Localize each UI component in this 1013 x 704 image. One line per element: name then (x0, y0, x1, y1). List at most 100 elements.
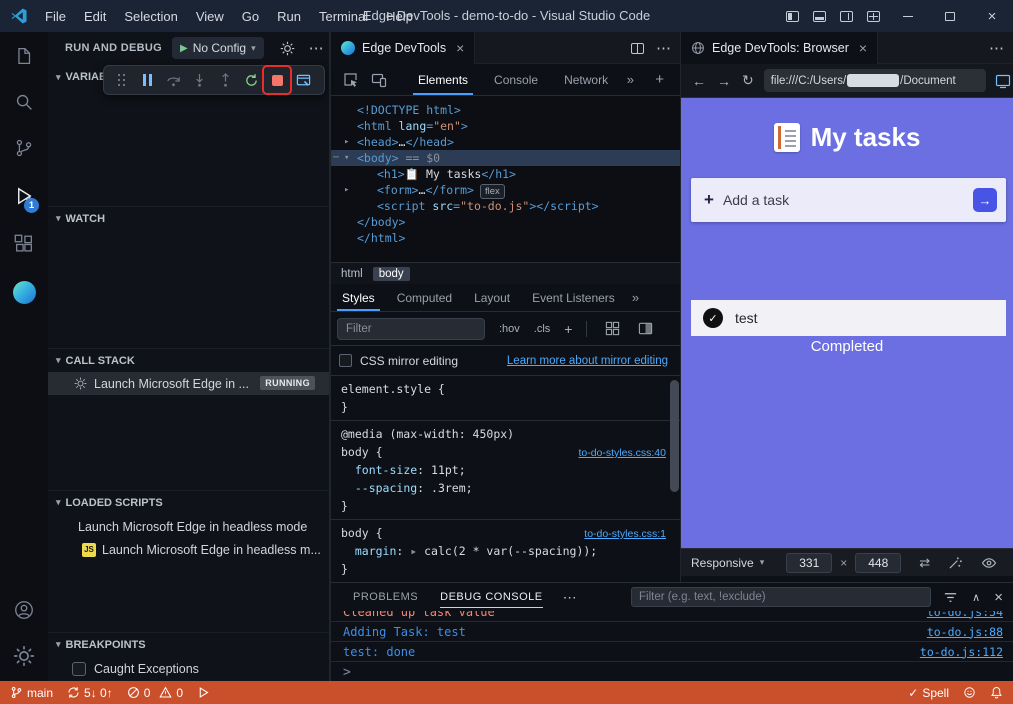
breadcrumb-html[interactable]: html (341, 268, 363, 280)
loaded-script-row[interactable]: JS Launch Microsoft Edge in headless m..… (48, 538, 329, 561)
tab-elements[interactable]: Elements (405, 64, 481, 95)
call-stack-section-header[interactable]: ▾ CALL STACK (48, 348, 329, 372)
toggle-panel-icon[interactable] (806, 0, 833, 32)
close-window-button[interactable]: × (971, 0, 1013, 32)
editor-more-icon[interactable]: ⋯ (656, 39, 672, 57)
expand-arrow-icon[interactable]: ▸ (344, 134, 349, 150)
tab-edge-devtools[interactable]: Edge DevTools × (331, 32, 475, 64)
wand-icon[interactable] (948, 555, 963, 570)
console-source-link[interactable]: to-do.js:88 (927, 622, 1003, 642)
rotate-viewport-icon[interactable]: ⇄ (919, 555, 930, 571)
minimize-button[interactable] (887, 0, 929, 32)
back-icon[interactable]: ← (692, 73, 706, 89)
dom-node-line[interactable]: ▸<head>…</head> (331, 134, 680, 150)
mirror-editing-learn-more-link[interactable]: Learn more about mirror editing (507, 355, 668, 367)
toggle-sidebar-icon[interactable] (779, 0, 806, 32)
forward-icon[interactable]: → (717, 73, 731, 89)
flex-badge[interactable]: flex (480, 184, 505, 199)
inspect-element-icon[interactable] (343, 72, 359, 88)
accounts-icon[interactable] (0, 587, 48, 633)
tab-computed[interactable]: Computed (386, 284, 463, 311)
restart-button[interactable] (238, 67, 264, 93)
step-out-button[interactable] (212, 67, 238, 93)
git-branch-item[interactable]: main (0, 681, 60, 704)
add-panel-icon[interactable]: + (655, 71, 664, 88)
breadcrumb-body[interactable]: body (373, 267, 410, 281)
breakpoint-row[interactable]: Caught Exceptions (48, 657, 329, 680)
completed-task-row[interactable]: ✓ test (691, 300, 1006, 336)
expand-arrow-icon[interactable]: ▾ (344, 150, 349, 166)
style-rule-line[interactable]: } (331, 398, 680, 416)
dom-node-line[interactable]: <h1>📋 My tasks</h1> (331, 166, 680, 182)
dom-node-line[interactable]: </body> (331, 214, 680, 230)
dom-node-line[interactable]: <!DOCTYPE html> (331, 102, 680, 118)
menu-go[interactable]: Go (233, 9, 268, 24)
style-rule-line[interactable]: font-size: 11pt; (331, 461, 680, 479)
console-filter-input[interactable] (631, 587, 931, 607)
sidebar-more-icon[interactable]: ⋯ (309, 39, 325, 57)
style-rule-line[interactable]: } (331, 497, 680, 515)
toggle-secondary-sidebar-icon[interactable] (833, 0, 860, 32)
styles-filter-input[interactable] (337, 318, 485, 340)
tab-event-listeners[interactable]: Event Listeners (521, 284, 626, 311)
submit-task-button[interactable]: → (973, 188, 997, 212)
add-task-bar[interactable]: + Add a task → (691, 178, 1006, 222)
style-rule-line[interactable]: --spacing: .3rem; (331, 479, 680, 497)
close-tab-icon[interactable]: × (456, 40, 464, 56)
css-file-link[interactable]: to-do-styles.css:1 (584, 525, 666, 543)
maximize-button[interactable] (929, 0, 971, 32)
styles-scrollbar[interactable] (670, 380, 679, 492)
source-control-icon[interactable] (0, 125, 48, 171)
problems-item[interactable]: 0 0 (120, 681, 190, 704)
css-mirror-checkbox[interactable] (339, 354, 352, 367)
notifications-bell-icon[interactable] (983, 681, 1013, 704)
run-and-debug-icon[interactable]: 1 (0, 173, 48, 219)
tab-network[interactable]: Network (551, 64, 621, 95)
menu-selection[interactable]: Selection (115, 9, 186, 24)
maximize-panel-icon[interactable]: ∧ (972, 591, 980, 604)
tab-console[interactable]: Console (481, 64, 551, 95)
spell-checker-item[interactable]: ✓ Spell (901, 681, 956, 704)
console-source-link[interactable]: to-do.js:112 (920, 642, 1003, 662)
viewport-height-input[interactable] (855, 553, 901, 573)
watch-section-header[interactable]: ▾ WATCH (48, 206, 329, 230)
more-tabs-icon[interactable]: » (632, 290, 639, 305)
url-bar[interactable]: file:///C:/Users/ /Document (764, 69, 986, 92)
menu-edit[interactable]: Edit (75, 9, 115, 24)
explorer-icon[interactable] (0, 33, 48, 79)
dom-node-line[interactable]: <script src="to-do.js"></script> (331, 198, 680, 214)
caught-exceptions-checkbox[interactable] (72, 662, 86, 676)
close-panel-icon[interactable]: × (994, 589, 1003, 606)
style-rule-line[interactable]: body {to-do-styles.css:40 (331, 443, 680, 461)
customize-layout-icon[interactable] (860, 0, 887, 32)
loaded-scripts-section-header[interactable]: ▾ LOADED SCRIPTS (48, 490, 329, 514)
panel-more-icon[interactable]: ⋯ (563, 589, 578, 606)
menu-run[interactable]: Run (268, 9, 310, 24)
dom-node-line[interactable]: ⋯▾<body> == $0 (331, 150, 680, 166)
filter-lines-icon[interactable] (943, 590, 958, 605)
stop-button[interactable] (264, 67, 290, 93)
task-checked-icon[interactable]: ✓ (703, 308, 723, 328)
tab-layout[interactable]: Layout (463, 284, 521, 311)
new-style-rule-button[interactable]: + (564, 321, 572, 337)
screencast-icon[interactable] (995, 73, 1011, 89)
rendering-emulation-icon[interactable] (605, 321, 620, 336)
style-rule-line[interactable]: element.style { (331, 380, 680, 398)
style-rule-line[interactable]: body {to-do-styles.css:1 (331, 524, 680, 542)
extensions-icon[interactable] (0, 221, 48, 267)
launch-config-dropdown[interactable]: ▶ No Config ▾ (172, 37, 264, 59)
tab-edge-devtools-browser[interactable]: Edge DevTools: Browser × (681, 32, 878, 64)
eye-icon[interactable] (981, 555, 997, 571)
device-mode-dropdown[interactable]: Responsive ▾ (691, 556, 764, 570)
configure-gear-icon[interactable] (280, 41, 295, 56)
close-tab-icon[interactable]: × (859, 40, 867, 56)
step-into-button[interactable] (186, 67, 212, 93)
edge-devtools-icon[interactable] (0, 269, 48, 315)
viewport-width-input[interactable] (786, 553, 832, 573)
style-rule-line[interactable]: @media (max-width: 450px) (331, 425, 680, 443)
screencast-button[interactable] (290, 67, 316, 93)
console-prompt[interactable]: > (331, 662, 1013, 680)
toggle-classes-button[interactable]: .cls (534, 323, 551, 335)
step-over-button[interactable] (160, 67, 186, 93)
breakpoints-section-header[interactable]: ▾ BREAKPOINTS (48, 632, 329, 656)
